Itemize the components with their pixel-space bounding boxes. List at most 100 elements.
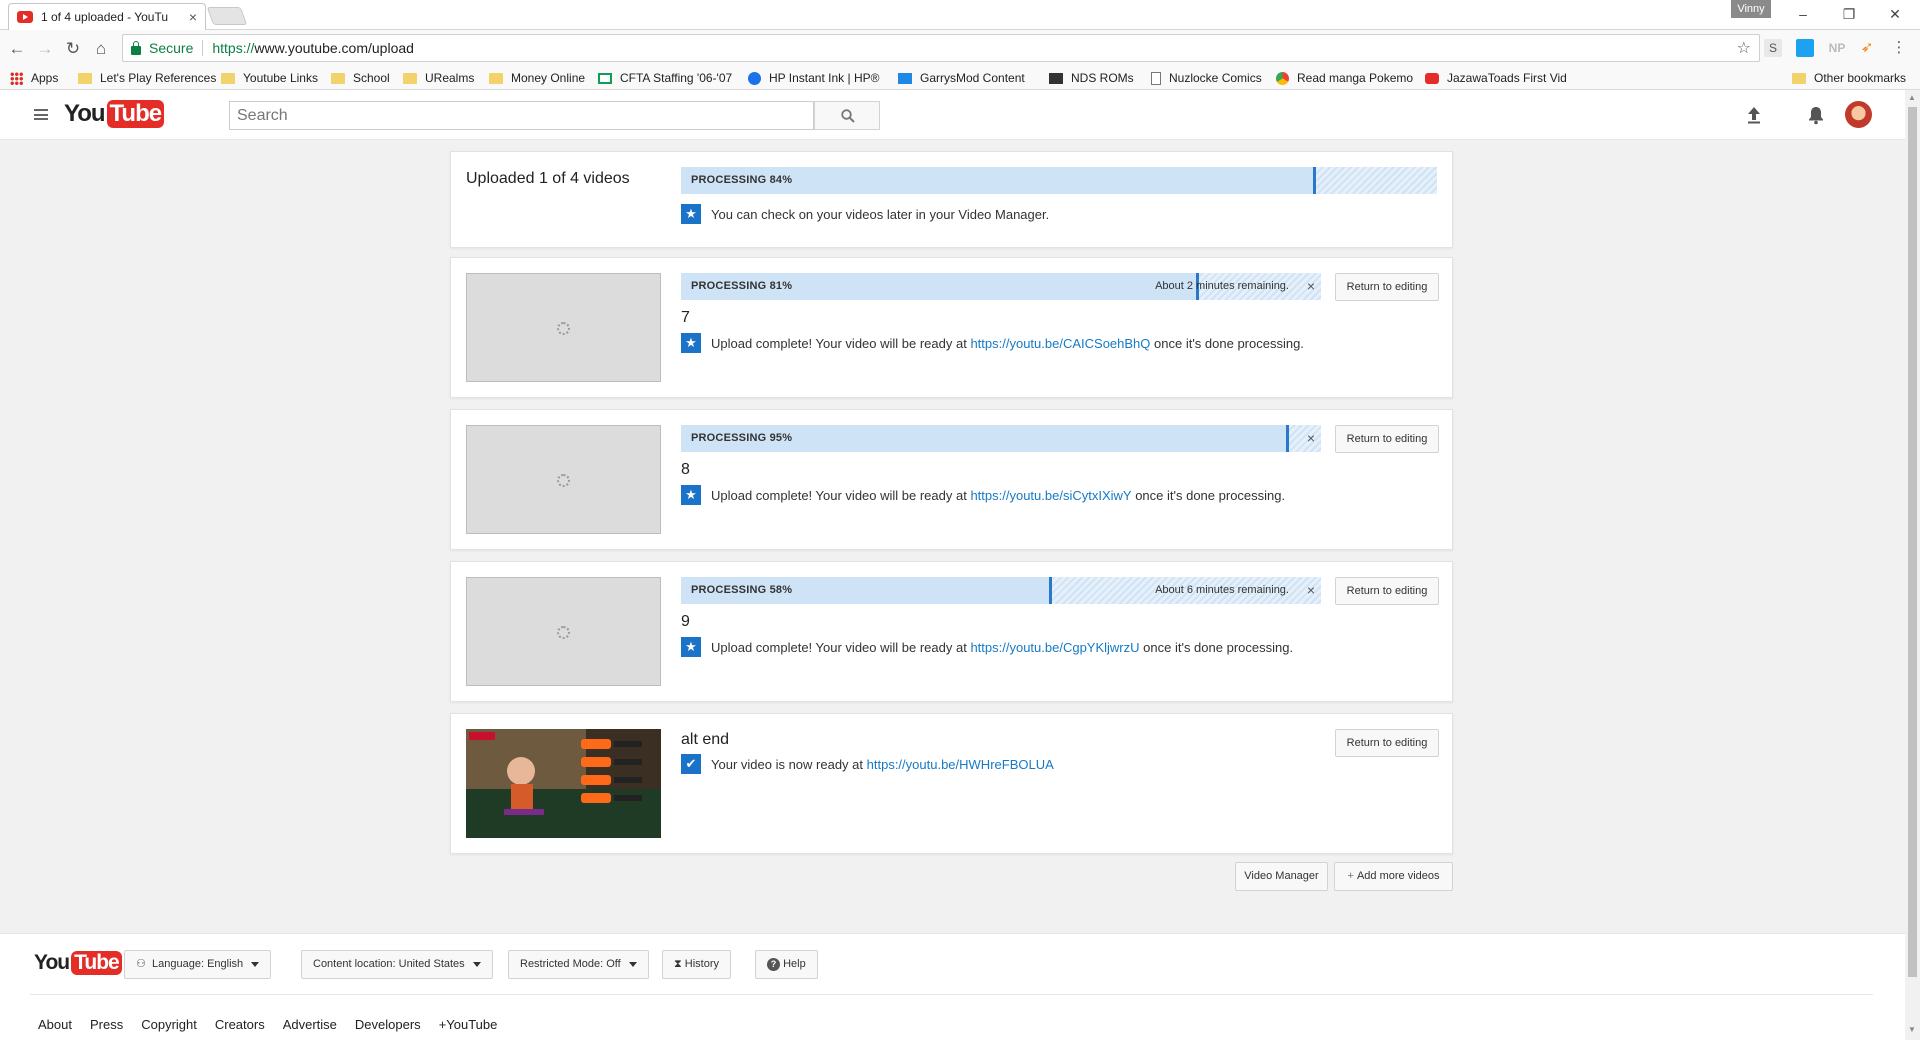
search-button[interactable] [814,101,880,130]
notifications-bell-icon[interactable] [1804,103,1828,127]
game-scene-thumbnail [466,729,661,838]
return-to-editing-button[interactable]: Return to editing [1335,273,1439,301]
footer-link-press[interactable]: Press [90,1017,123,1032]
page-footer: You Tube ⚇ Language: English Content loca… [0,933,1905,1040]
bookmark-cfta-staffing[interactable]: CFTA Staffing '06-'07 [598,69,732,87]
extension-twitter-icon[interactable] [1796,39,1814,57]
sheets-icon [598,72,612,84]
profile-name[interactable]: Vinny [1731,0,1771,18]
guide-menu-icon[interactable] [34,109,48,120]
summary-note-text: You can check on your videos later in yo… [711,206,1050,222]
youtube-logo[interactable]: You Tube [64,100,165,128]
browser-titlebar: 1 of 4 uploaded - YouTu × Vinny – ❐ ✕ [0,0,1920,30]
language-picker[interactable]: ⚇ Language: English [124,950,272,979]
tab-close-icon[interactable]: × [189,9,197,25]
scroll-thumb[interactable] [1908,107,1917,977]
minimize-button[interactable]: – [1780,0,1826,28]
page-scrollbar[interactable]: ▲ ▼ [1905,90,1920,1040]
chrome-menu-icon[interactable]: ⋮ [1890,39,1908,57]
bookmark-youtube-links[interactable]: Youtube Links [221,69,318,87]
bookmark-garrysmod-content[interactable]: GarrysMod Content [898,69,1025,87]
account-avatar[interactable] [1845,101,1872,128]
video-link[interactable]: https://youtu.be/HWHreFBOLUA [867,757,1054,772]
restore-button[interactable]: ❐ [1826,0,1872,28]
video-link[interactable]: https://youtu.be/siCytxIXiwY [970,488,1131,503]
search-input[interactable]: Search [229,101,814,130]
hourglass-icon: ⧗ [674,958,682,970]
extension-arrow-icon[interactable]: ➶ [1858,39,1876,57]
help-label: Help [783,958,806,970]
logo-tube: Tube [71,951,122,975]
video-link[interactable]: https://youtu.be/CAICSoehBhQ [970,336,1150,351]
bookmarks-bar: Apps Let's Play References Youtube Links… [0,66,1920,90]
folder-icon [403,72,417,84]
bookmark-star-icon[interactable]: ☆ [1737,38,1751,58]
folder-icon [489,72,503,84]
footer-link-about[interactable]: About [38,1017,72,1032]
bookmark-hp-instant-ink[interactable]: HP Instant Ink | HP® [748,69,879,87]
upload-complete-message: ★ Upload complete! Your video will be re… [681,333,1304,353]
return-to-editing-button[interactable]: Return to editing [1335,729,1439,757]
reload-icon[interactable]: ↻ [62,38,84,60]
cancel-upload-icon[interactable]: × [1307,425,1315,452]
bookmark-jazawatoads[interactable]: JazawaToads First Vid [1425,69,1567,87]
youtube-favicon-icon [17,11,33,23]
help-button[interactable]: ? Help [755,950,818,979]
loading-spinner-icon [557,322,570,335]
video-thumbnail[interactable] [466,729,661,838]
footer-link-creators[interactable]: Creators [215,1017,265,1032]
time-remaining: About 2 minutes remaining. [1155,280,1289,292]
browser-toolbar: ← → ↻ ⌂ Secure https:// www.youtube.com/… [0,30,1920,66]
scroll-up-icon[interactable]: ▲ [1908,93,1916,102]
footer-link-advertise[interactable]: Advertise [283,1017,337,1032]
bookmark-money-online[interactable]: Money Online [489,69,585,87]
bookmark-read-manga[interactable]: Read manga Pokemo [1276,69,1413,87]
youtube-masthead: You Tube Search [0,90,1905,140]
bookmark-lets-play-references[interactable]: Let's Play References [78,69,216,87]
folder-icon [221,72,235,84]
scroll-down-icon[interactable]: ▼ [1908,1025,1916,1034]
return-to-editing-button[interactable]: Return to editing [1335,425,1439,453]
content-location-picker[interactable]: Content location: United States [301,950,493,979]
message-text: once it's done processing. [1135,487,1286,503]
cancel-upload-icon[interactable]: × [1307,577,1315,604]
upload-complete-message: ★ Upload complete! Your video will be re… [681,637,1293,657]
bookmark-apps[interactable]: Apps [10,69,58,87]
hp-icon [748,71,761,85]
summary-progress-bar: PROCESSING 84% [681,167,1437,194]
back-icon[interactable]: ← [6,38,28,60]
home-icon[interactable]: ⌂ [90,38,112,60]
footer-youtube-logo[interactable]: You Tube [34,951,122,975]
return-to-editing-button[interactable]: Return to editing [1335,577,1439,605]
address-bar[interactable]: Secure https:// www.youtube.com/upload ☆ [122,34,1760,62]
bookmark-school[interactable]: School [331,69,390,87]
forward-icon[interactable]: → [34,38,56,60]
upload-icon[interactable] [1742,103,1766,127]
new-tab-button[interactable] [206,7,248,25]
add-more-videos-button[interactable]: + Add more videos [1334,862,1453,891]
summary-note: ★ You can check on your videos later in … [681,204,1049,224]
bookmark-urealms[interactable]: URealms [403,69,474,87]
browser-tab[interactable]: 1 of 4 uploaded - YouTu × [8,3,206,30]
video-manager-button[interactable]: Video Manager [1235,862,1328,891]
footer-link-plus-youtube[interactable]: +YouTube [439,1017,498,1032]
footer-link-developers[interactable]: Developers [355,1017,421,1032]
folder-icon [331,72,345,84]
logo-you: You [34,951,70,974]
extension-s-icon[interactable]: S [1764,39,1782,57]
bookmark-other[interactable]: Other bookmarks [1792,69,1906,87]
restricted-mode-picker[interactable]: Restricted Mode: Off [508,950,649,979]
cancel-upload-icon[interactable]: × [1307,273,1315,300]
footer-link-copyright[interactable]: Copyright [141,1017,197,1032]
language-prefix: Language: [152,958,204,970]
video-link[interactable]: https://youtu.be/CgpYKljwrzU [970,640,1139,655]
extension-np-icon[interactable]: NP [1828,39,1846,57]
bookmark-nds-roms[interactable]: NDS ROMs [1049,69,1134,87]
close-window-button[interactable]: ✕ [1872,0,1918,28]
history-button[interactable]: ⧗ History [662,950,732,979]
bookmark-nuzlocke-comics[interactable]: Nuzlocke Comics [1151,69,1262,87]
logo-you: You [64,100,106,127]
restricted-prefix: Restricted Mode: [520,958,604,970]
page-icon [1151,71,1161,85]
progress-label: PROCESSING 84% [691,174,793,186]
